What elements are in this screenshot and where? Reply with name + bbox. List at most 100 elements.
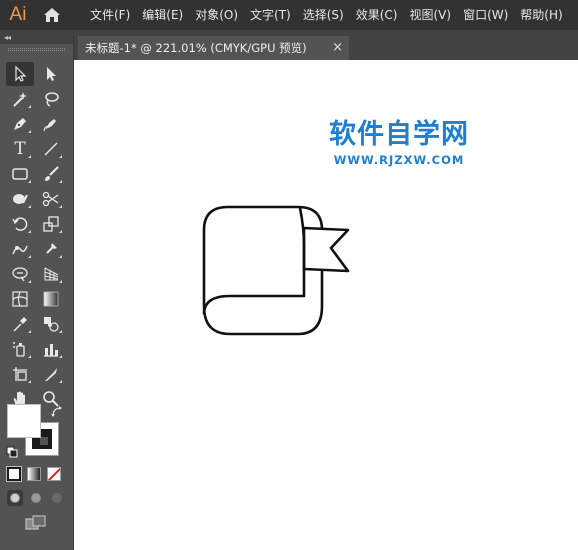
color-modes — [6, 466, 67, 482]
menu-window[interactable]: 窗口(W) — [457, 0, 514, 30]
rotate-tool[interactable] — [6, 212, 34, 236]
tool-row — [6, 262, 68, 286]
artboard-tool-icon — [13, 367, 27, 381]
magic-wand-tool[interactable] — [6, 87, 34, 111]
tool-group-indicator — [59, 330, 62, 333]
tool-group-indicator — [28, 380, 31, 383]
draw-inside-icon — [52, 493, 62, 503]
rectangle-tool[interactable] — [6, 162, 34, 186]
document-tab-title: 未标题-1* @ 221.01% (CMYK/GPU 预览) — [85, 41, 307, 55]
mesh-tool-icon — [12, 291, 28, 307]
pen-tool[interactable] — [6, 112, 34, 136]
artboard-tool[interactable] — [6, 362, 34, 386]
tool-group-indicator — [28, 330, 31, 333]
curvature-tool[interactable] — [37, 112, 65, 136]
color-mode-button[interactable] — [6, 466, 22, 482]
perspective-grid-tool-icon — [44, 267, 59, 281]
scale-tool-icon — [43, 216, 59, 232]
artboard-canvas[interactable]: 软件自学网 WWW.RJZXW.COM — [74, 60, 578, 550]
perspective-grid-tool[interactable] — [37, 262, 65, 286]
menu-file[interactable]: 文件(F) — [84, 0, 136, 30]
shaper-tool[interactable] — [6, 187, 34, 211]
tool-group-indicator — [28, 155, 31, 158]
tool-row — [6, 362, 68, 386]
menu-object[interactable]: 对象(O) — [189, 0, 244, 30]
lasso-tool[interactable] — [37, 87, 65, 111]
tool-group-indicator — [28, 105, 31, 108]
home-icon — [44, 8, 60, 22]
tool-group-indicator — [28, 280, 31, 283]
column-graph-tool[interactable] — [37, 337, 65, 361]
scale-tool[interactable] — [37, 212, 65, 236]
menu-bar: Ai 文件(F) 编辑(E) 对象(O) 文字(T) 选择(S) 效果(C) 视… — [0, 0, 578, 30]
tool-row — [6, 62, 68, 86]
puppet-warp-tool[interactable] — [6, 237, 34, 261]
paintbrush-tool-icon — [45, 166, 59, 181]
draw-inside-button[interactable] — [49, 490, 65, 506]
scissors-tool[interactable] — [37, 187, 65, 211]
shaper-tool-icon — [13, 194, 28, 204]
tool-row — [6, 212, 68, 236]
tools-panel-header: ◂◂ — [0, 30, 73, 44]
draw-behind-button[interactable] — [28, 490, 44, 506]
gradient-mode-button[interactable] — [27, 467, 41, 481]
close-icon[interactable]: × — [332, 40, 343, 55]
default-colors-icon[interactable] — [6, 446, 18, 458]
rotate-tool-icon — [12, 217, 28, 231]
fill-color-swatch[interactable] — [7, 404, 41, 438]
document-tab[interactable]: 未标题-1* @ 221.01% (CMYK/GPU 预览) × — [78, 36, 349, 60]
tool-row — [6, 287, 68, 311]
menu-edit[interactable]: 编辑(E) — [136, 0, 189, 30]
free-transform-tool-icon — [46, 243, 57, 254]
blend-tool-icon — [44, 317, 59, 332]
tool-group-indicator — [28, 230, 31, 233]
line-segment-tool-icon — [44, 142, 58, 156]
watermark: 软件自学网 WWW.RJZXW.COM — [324, 112, 474, 167]
symbol-sprayer-tool[interactable] — [6, 337, 34, 361]
lasso-tool-icon — [45, 92, 59, 107]
tool-group-indicator — [59, 205, 62, 208]
menu-select[interactable]: 选择(S) — [297, 0, 350, 30]
selection-tool[interactable] — [6, 62, 34, 86]
change-screen-mode-icon[interactable] — [24, 514, 48, 532]
tool-group-indicator — [28, 355, 31, 358]
draw-behind-icon — [31, 493, 41, 503]
tool-group-indicator — [59, 155, 62, 158]
collapse-panel-button[interactable]: ◂◂ — [4, 33, 11, 42]
line-segment-tool[interactable] — [37, 137, 65, 161]
direct-selection-tool[interactable] — [37, 62, 65, 86]
stroke-color-hole — [40, 437, 48, 445]
draw-normal-icon — [10, 493, 20, 503]
shape-builder-tool[interactable] — [6, 262, 34, 286]
paintbrush-tool[interactable] — [37, 162, 65, 186]
selection-tool-icon — [15, 65, 27, 82]
menu-help[interactable]: 帮助(H) — [514, 0, 568, 30]
slice-tool[interactable] — [37, 362, 65, 386]
shape-builder-tool-icon — [12, 267, 28, 282]
draw-normal-button[interactable] — [7, 490, 23, 506]
eyedropper-tool[interactable] — [6, 312, 34, 336]
ribbon-flag-shape — [302, 226, 350, 273]
symbol-sprayer-tool-icon — [13, 342, 25, 357]
ribbon-scroll-artwork[interactable] — [198, 200, 358, 340]
tool-row — [6, 87, 68, 111]
draw-modes — [7, 490, 70, 506]
menu-type[interactable]: 文字(T) — [244, 0, 297, 30]
tool-row: T — [6, 137, 68, 161]
tool-group-indicator — [59, 380, 62, 383]
blend-tool[interactable] — [37, 312, 65, 336]
mesh-tool[interactable] — [6, 287, 34, 311]
gradient-tool[interactable] — [37, 287, 65, 311]
menu-effect[interactable]: 效果(C) — [350, 0, 404, 30]
home-button[interactable] — [36, 0, 68, 30]
menu-view[interactable]: 视图(V) — [403, 0, 457, 30]
type-tool[interactable]: T — [6, 137, 34, 161]
tool-row — [6, 162, 68, 186]
free-transform-tool[interactable] — [37, 237, 65, 261]
tool-group-indicator — [59, 230, 62, 233]
swap-fill-stroke-icon[interactable] — [50, 405, 64, 419]
type-tool-icon: T — [14, 139, 26, 159]
none-mode-button[interactable] — [47, 467, 61, 481]
tools-panel-grip[interactable] — [8, 48, 65, 51]
document-tab-bar: 未标题-1* @ 221.01% (CMYK/GPU 预览) × — [74, 30, 578, 60]
